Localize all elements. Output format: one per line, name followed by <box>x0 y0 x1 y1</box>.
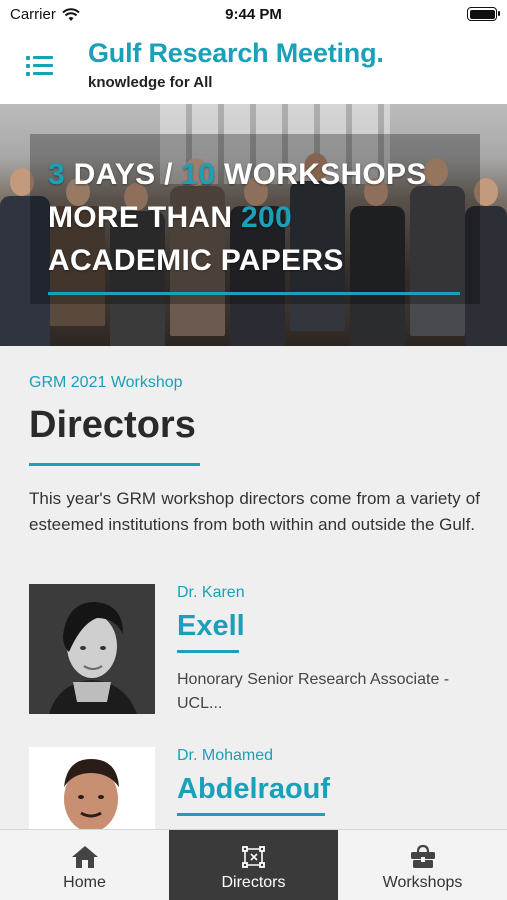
battery-icon <box>467 7 500 21</box>
status-bar: Carrier 9:44 PM <box>0 0 507 32</box>
director-name-divider <box>177 650 239 653</box>
home-icon <box>71 846 98 868</box>
tab-bar: Home Directors Workshops <box>0 829 507 900</box>
director-photo[interactable] <box>29 584 155 714</box>
director-name[interactable]: Exell <box>177 610 245 643</box>
director-card[interactable]: Dr. Karen Exell Honorary Senior Research… <box>29 584 480 716</box>
brand-subtitle: knowledge for All <box>88 74 213 91</box>
hero-line-days: 3 DAYS / 10 WORKSHOPS <box>48 158 427 191</box>
page-title: Directors <box>29 404 196 446</box>
brand-title: Gulf Research Meeting. <box>88 38 384 68</box>
section-intro: This year's GRM workshop directors come … <box>29 489 480 534</box>
title-divider <box>29 463 200 466</box>
hero-line-academic: ACADEMIC PAPERS <box>48 244 344 277</box>
tab-workshops-label: Workshops <box>382 874 463 891</box>
tab-workshops[interactable]: Workshops <box>338 830 507 900</box>
clock: 9:44 PM <box>225 6 282 23</box>
hero-banner: 3 DAYS / 10 WORKSHOPS MORE THAN 200 ACAD… <box>0 104 507 346</box>
tab-home-label: Home <box>63 874 106 891</box>
director-role: Honorary Senior Research Associate - UCL… <box>177 671 450 712</box>
tab-home[interactable]: Home <box>0 830 169 900</box>
tab-directors-label: Directors <box>221 874 286 891</box>
hero-divider <box>48 292 460 295</box>
workshops-icon <box>410 844 435 868</box>
hero-line-papers-count: MORE THAN 200 <box>48 201 292 234</box>
menu-icon[interactable] <box>24 52 58 82</box>
section-kicker: GRM 2021 Workshop <box>29 374 183 391</box>
directors-icon <box>241 846 265 868</box>
director-prefix: Dr. Karen <box>177 584 245 601</box>
director-name[interactable]: Abdelraouf <box>177 773 330 806</box>
director-prefix: Dr. Mohamed <box>177 747 274 764</box>
tab-directors[interactable]: Directors <box>169 830 338 900</box>
director-portrait-image <box>29 584 155 714</box>
app-header: Gulf Research Meeting. knowledge for All <box>0 32 507 104</box>
director-name-divider <box>177 813 325 816</box>
